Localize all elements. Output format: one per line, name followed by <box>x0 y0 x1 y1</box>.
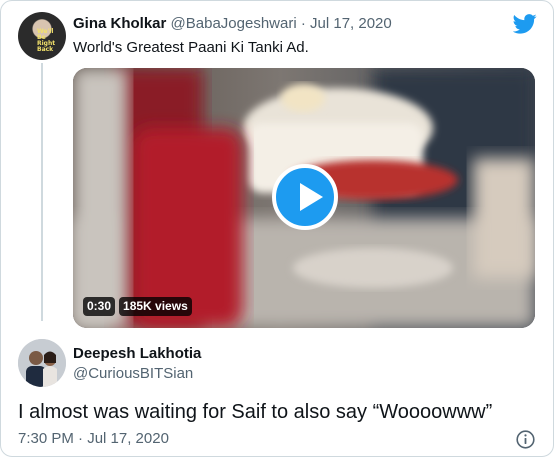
twitter-bird-icon[interactable] <box>513 14 537 34</box>
tweet-text: I almost was waiting for Saif to also sa… <box>18 401 493 423</box>
play-icon <box>300 183 323 211</box>
thread-connector-line <box>41 63 43 321</box>
header-separator: · <box>300 15 306 32</box>
video-meta-badges: 0:30 185K views <box>83 297 192 316</box>
quoted-tweet-header: Gina Kholkar @BabaJogeshwari · Jul 17, 2… <box>73 15 392 33</box>
embedded-tweet-card: We'll Be Right Back Gina Kholkar @BabaJoges… <box>0 0 554 457</box>
avatar-photo <box>18 339 66 387</box>
video-player[interactable]: 0:30 185K views <box>73 68 535 328</box>
gina-kholkar-avatar[interactable]: We'll Be Right Back <box>18 12 66 60</box>
quoted-tweet-text: World's Greatest Paani Ki Tanki Ad. <box>73 39 309 56</box>
info-icon[interactable] <box>516 430 535 449</box>
tweet-display-name[interactable]: Deepesh Lakhotia <box>73 345 201 363</box>
tweet-timestamp[interactable]: 7:30 PM · Jul 17, 2020 <box>18 430 169 448</box>
video-duration-badge: 0:30 <box>83 297 116 316</box>
quoted-date[interactable]: Jul 17, 2020 <box>310 15 392 32</box>
tweet-handle[interactable]: @CuriousBITSian <box>73 365 193 383</box>
quoted-display-name[interactable]: Gina Kholkar <box>73 15 166 32</box>
avatar-caption: We'll Be Right Back <box>37 28 56 53</box>
video-views-badge: 185K views <box>119 297 192 316</box>
play-button[interactable] <box>272 164 338 230</box>
deepesh-lakhotia-avatar[interactable] <box>18 339 66 387</box>
quoted-handle[interactable]: @BabaJogeshwari <box>171 15 297 32</box>
